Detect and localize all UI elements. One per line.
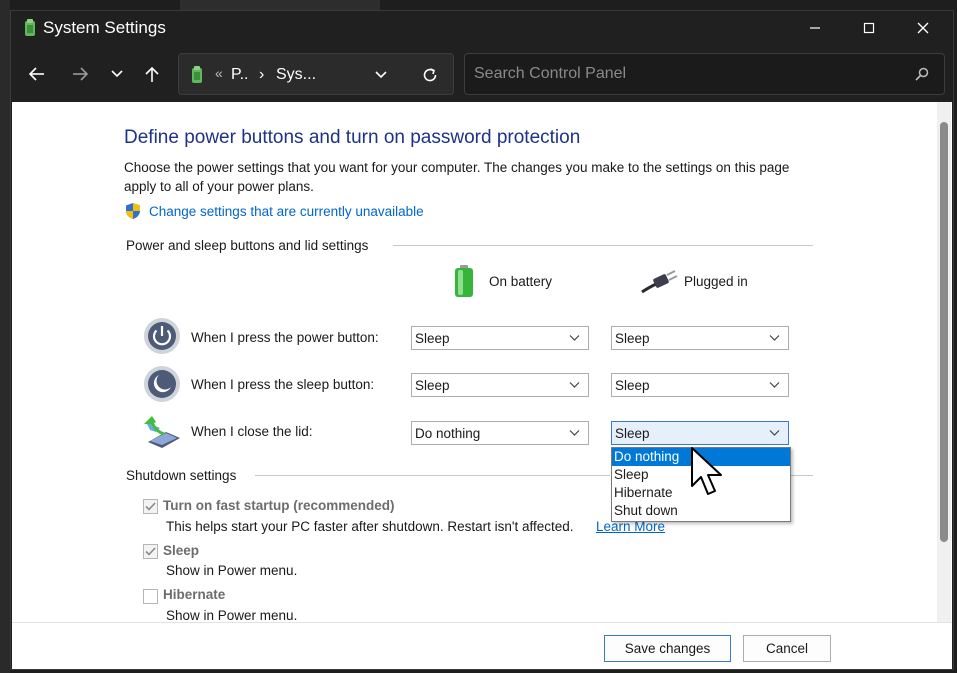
close-lid-plugged-select[interactable]: Sleep <box>611 421 789 445</box>
content-pane: Define power buttons and turn on passwor… <box>12 102 952 669</box>
maximize-icon <box>863 22 875 34</box>
page-title: Define power buttons and turn on passwor… <box>124 127 581 148</box>
chevron-down-icon <box>569 335 580 341</box>
sleep-button-icon <box>144 366 180 402</box>
chevron-down-icon <box>569 382 580 388</box>
close-button[interactable] <box>897 11 949 45</box>
address-crumb-1[interactable]: P.. <box>231 66 249 84</box>
title-bar: System Settings <box>11 11 953 45</box>
sleep-description: Show in Power menu. <box>166 563 298 578</box>
hibernate-description: Show in Power menu. <box>166 608 298 623</box>
chevron-down-icon <box>769 382 780 388</box>
back-button[interactable] <box>23 61 51 87</box>
navigation-toolbar: « P.. › Sys... Search Control Panel <box>11 45 953 101</box>
window-title: System Settings <box>43 18 166 37</box>
minimize-button[interactable] <box>789 11 841 45</box>
chevron-down-icon <box>769 430 780 436</box>
dropdown-option-shut-down[interactable]: Shut down <box>612 502 790 520</box>
address-overflow[interactable]: « <box>215 65 223 81</box>
control-panel-icon <box>25 19 35 36</box>
address-bar[interactable]: « P.. › Sys... <box>178 53 454 95</box>
search-input[interactable]: Search Control Panel <box>474 65 626 83</box>
fast-startup-checkbox[interactable] <box>143 499 158 514</box>
system-settings-window: System Settings « P.. › Sys... Search Co… <box>10 10 954 670</box>
footer-bar: Save changes Cancel <box>12 622 952 669</box>
section-heading-shutdown: Shutdown settings <box>126 468 237 483</box>
save-changes-button[interactable]: Save changes <box>604 635 731 662</box>
change-settings-link[interactable]: Change settings that are currently unava… <box>149 204 424 219</box>
forward-button[interactable] <box>66 61 94 87</box>
section-divider <box>255 475 610 476</box>
power-button-icon <box>144 318 180 354</box>
control-panel-icon <box>192 66 202 83</box>
chevron-down-icon[interactable] <box>374 70 388 80</box>
back-arrow-icon <box>28 67 44 81</box>
column-plugged-in: Plugged in <box>684 274 748 289</box>
uac-shield-icon <box>126 203 140 219</box>
up-arrow-icon <box>145 66 159 82</box>
chevron-down-icon <box>769 335 780 341</box>
chevron-down-icon <box>569 430 580 436</box>
close-lid-label: When I close the lid: <box>191 424 313 439</box>
laptop-lid-icon <box>144 416 180 448</box>
sleep-checkbox[interactable] <box>143 544 158 559</box>
column-on-battery: On battery <box>489 274 553 289</box>
close-icon <box>917 22 929 34</box>
section-divider <box>393 245 813 246</box>
desktop: System Settings « P.. › Sys... Search Co… <box>0 0 957 673</box>
sleep-button-plugged-select[interactable]: Sleep <box>611 373 789 397</box>
fast-startup-label: Turn on fast startup (recommended) <box>163 498 395 513</box>
hibernate-label: Hibernate <box>163 587 226 602</box>
section-heading-buttons: Power and sleep buttons and lid settings <box>126 238 369 253</box>
mouse-cursor-icon <box>691 447 722 495</box>
fast-startup-description: This helps start your PC faster after sh… <box>166 519 574 534</box>
hibernate-checkbox[interactable] <box>143 589 158 604</box>
section-divider <box>791 475 813 476</box>
scrollbar-thumb[interactable] <box>940 122 948 542</box>
power-plug-icon <box>641 270 678 294</box>
search-icon[interactable] <box>914 66 930 82</box>
search-box[interactable]: Search Control Panel <box>464 53 945 95</box>
power-button-label: When I press the power button: <box>191 330 379 345</box>
checkmark-icon <box>145 502 156 511</box>
page-description: Choose the power settings that you want … <box>124 160 790 194</box>
minimize-icon <box>810 27 820 29</box>
chevron-down-icon <box>111 70 123 78</box>
sleep-button-label: When I press the sleep button: <box>191 377 375 392</box>
close-lid-battery-select[interactable]: Do nothing <box>411 421 589 445</box>
power-button-plugged-select[interactable]: Sleep <box>611 326 789 350</box>
recent-locations-button[interactable] <box>103 61 131 87</box>
background-window-strip <box>0 0 10 673</box>
sleep-label: Sleep <box>163 543 200 558</box>
cancel-button[interactable]: Cancel <box>743 635 831 662</box>
address-crumb-2[interactable]: Sys... <box>276 66 316 84</box>
refresh-icon[interactable] <box>421 66 439 84</box>
sleep-button-battery-select[interactable]: Sleep <box>411 373 589 397</box>
battery-icon <box>455 265 473 297</box>
up-button[interactable] <box>138 61 166 87</box>
power-button-battery-select[interactable]: Sleep <box>411 326 589 350</box>
background-window-edge <box>180 0 380 10</box>
forward-arrow-icon <box>73 67 89 81</box>
address-separator: › <box>259 66 265 83</box>
maximize-button[interactable] <box>843 11 895 45</box>
checkmark-icon <box>145 547 156 556</box>
vertical-scrollbar[interactable] <box>937 102 951 622</box>
